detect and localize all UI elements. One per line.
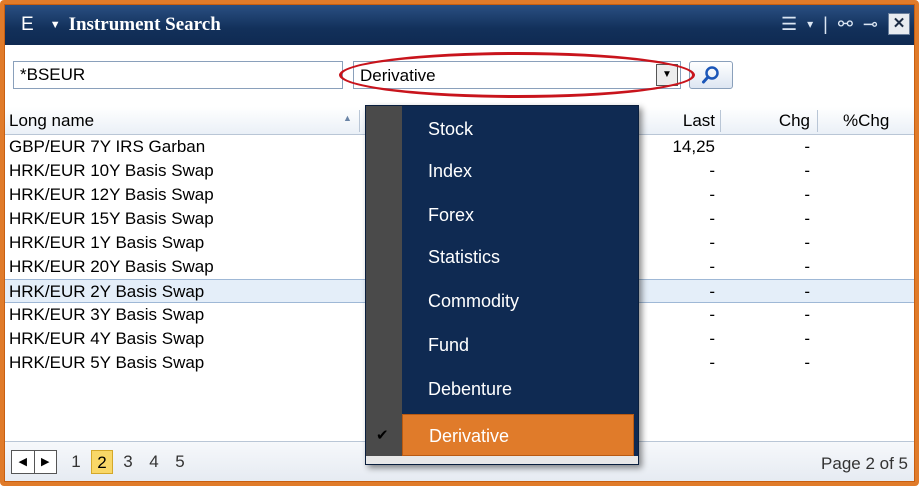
page-link-5[interactable]: 5 — [169, 450, 191, 474]
window-title: Instrument Search — [68, 14, 221, 35]
cell-last: - — [709, 161, 715, 180]
instrument-type-value: Derivative — [360, 66, 436, 85]
sort-ascending-icon: ▲ — [343, 113, 352, 123]
list-dropdown-icon[interactable]: ▾ — [807, 13, 813, 35]
column-header-pct-chg[interactable]: %Chg — [843, 111, 889, 131]
page-link-1[interactable]: 1 — [65, 450, 87, 474]
page-link-2-current[interactable]: 2 — [91, 450, 113, 474]
cell-last: - — [709, 185, 715, 204]
page-links: 1 2 3 4 5 — [65, 450, 195, 474]
menu-item-fund[interactable]: Fund — [402, 324, 634, 366]
menu-item-index[interactable]: Index — [402, 150, 634, 192]
instrument-type-select[interactable]: Derivative ▼ — [353, 61, 681, 89]
cell-last: - — [709, 257, 715, 276]
page-nav: ◀ ▶ — [11, 450, 57, 474]
cell-chg: - — [804, 257, 810, 276]
menu-item-derivative[interactable]: Derivative — [402, 414, 634, 456]
page-link-4[interactable]: 4 — [143, 450, 165, 474]
cell-last: - — [709, 282, 715, 301]
window-badge[interactable]: E — [21, 14, 34, 36]
link-icon[interactable]: ⚯ — [838, 13, 853, 35]
cell-long-name: GBP/EUR 7Y IRS Garban — [9, 137, 206, 156]
prev-page-icon[interactable]: ◀ — [12, 451, 35, 473]
menu-item-stock[interactable]: Stock — [402, 108, 634, 150]
checkmark-icon: ✔ — [376, 427, 389, 444]
page-link-3[interactable]: 3 — [117, 450, 139, 474]
cell-last: - — [709, 353, 715, 372]
title-menu-arrow-icon[interactable]: ▼ — [50, 19, 61, 31]
menu-item-debenture[interactable]: Debenture — [402, 368, 634, 410]
cell-last: - — [709, 329, 715, 348]
next-page-icon[interactable]: ▶ — [35, 451, 57, 473]
cell-long-name: HRK/EUR 15Y Basis Swap — [9, 209, 214, 228]
cell-chg: - — [804, 305, 810, 324]
title-bar: E ▼ Instrument Search ☰ ▾ | ⚯ ⊸ ✕ — [5, 5, 914, 45]
search-icon — [702, 66, 719, 84]
cell-chg: - — [804, 282, 810, 301]
cell-chg: - — [804, 353, 810, 372]
page-info: Page 2 of 5 — [821, 454, 908, 473]
pin-icon[interactable]: ⊸ — [863, 13, 878, 35]
menu-item-forex[interactable]: Forex — [402, 194, 634, 236]
search-row: Derivative ▼ — [5, 45, 914, 107]
cell-chg: - — [804, 161, 810, 180]
column-header-chg[interactable]: Chg — [725, 111, 810, 131]
column-separator[interactable] — [817, 110, 818, 132]
separator-icon: | — [823, 14, 828, 34]
cell-last: - — [709, 233, 715, 252]
title-icons: ☰ ▾ | ⚯ ⊸ ✕ — [781, 13, 910, 35]
cell-long-name: HRK/EUR 1Y Basis Swap — [9, 233, 205, 252]
close-icon[interactable]: ✕ — [888, 13, 910, 35]
cell-last: - — [709, 305, 715, 324]
instrument-search-window: E ▼ Instrument Search ☰ ▾ | ⚯ ⊸ ✕ Deriva… — [0, 0, 919, 486]
window-body: E ▼ Instrument Search ☰ ▾ | ⚯ ⊸ ✕ Deriva… — [4, 4, 915, 482]
column-header-long-name[interactable]: Long name — [9, 111, 94, 131]
list-menu-icon[interactable]: ☰ — [781, 13, 797, 35]
cell-chg: - — [804, 209, 810, 228]
cell-long-name: HRK/EUR 4Y Basis Swap — [9, 329, 205, 348]
column-separator[interactable] — [720, 110, 721, 132]
cell-last: - — [709, 209, 715, 228]
menu-item-commodity[interactable]: Commodity — [402, 280, 634, 322]
cell-long-name: HRK/EUR 12Y Basis Swap — [9, 185, 214, 204]
chevron-down-icon[interactable]: ▼ — [656, 64, 678, 86]
menu-item-statistics[interactable]: Statistics — [402, 236, 634, 278]
cell-long-name: HRK/EUR 10Y Basis Swap — [9, 161, 214, 180]
menu-gutter — [366, 106, 402, 464]
cell-last: 14,25 — [672, 137, 715, 156]
column-header-last[interactable]: Last — [633, 111, 715, 131]
cell-chg: - — [804, 233, 810, 252]
instrument-type-menu: Stock Index Forex Statistics Commodity F… — [365, 105, 639, 465]
cell-long-name: HRK/EUR 20Y Basis Swap — [9, 257, 214, 276]
search-input[interactable] — [13, 61, 343, 89]
cell-chg: - — [804, 329, 810, 348]
cell-chg: - — [804, 185, 810, 204]
cell-long-name: HRK/EUR 3Y Basis Swap — [9, 305, 205, 324]
cell-long-name: HRK/EUR 2Y Basis Swap — [9, 282, 205, 301]
cell-long-name: HRK/EUR 5Y Basis Swap — [9, 353, 205, 372]
search-button[interactable] — [689, 61, 733, 89]
menu-bottom-edge — [366, 456, 638, 464]
column-separator[interactable] — [359, 110, 360, 132]
cell-chg: - — [804, 137, 810, 156]
